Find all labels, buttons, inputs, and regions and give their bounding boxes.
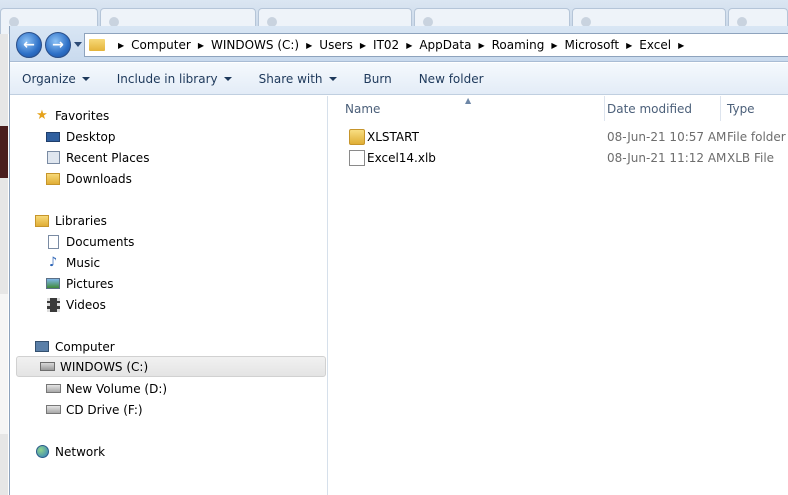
breadcrumb-roaming[interactable]: Roaming ▶ [492,38,565,52]
forward-button[interactable]: → [45,32,71,58]
nav-new-volume-d[interactable]: New Volume (D:) [45,378,167,399]
file-row[interactable]: Excel14.xlb 08-Jun-21 11:12 AM XLB File [329,148,788,169]
breadcrumb-appdata[interactable]: AppData ▶ [419,38,491,52]
dropdown-arrow-icon [223,76,232,81]
file-list-pane: ▲ Name Date modified Type XLSTART 08-Jun… [329,96,788,495]
nav-computer[interactable]: Computer [34,336,115,357]
dropdown-arrow-icon [81,76,90,81]
nav-libraries[interactable]: Libraries [34,210,107,231]
breadcrumb-it02[interactable]: IT02 ▶ [373,38,419,52]
downloads-folder-icon [45,171,61,187]
star-icon: ★ [36,108,48,123]
nav-documents[interactable]: Documents [45,231,134,252]
column-header-date-modified[interactable]: Date modified [605,96,721,121]
address-bar-row: ← → ▶ Computer ▶ WINDOWS (C:) ▶ Users ▶ IT0… [10,26,788,62]
computer-icon [34,339,50,355]
arrow-left-icon: ← [23,37,35,53]
nav-videos[interactable]: Videos [45,294,106,315]
chevron-right-icon[interactable]: ▶ [551,41,557,50]
nav-recent-places[interactable]: Recent Places [45,147,149,168]
explorer-window: ← → ▶ Computer ▶ WINDOWS (C:) ▶ Users ▶ IT0… [9,26,788,495]
background-window-edge [0,34,8,495]
libraries-icon [34,213,50,229]
chevron-right-icon[interactable]: ▶ [118,41,124,50]
breadcrumb-excel[interactable]: Excel ▶ [639,38,691,52]
share-with-button[interactable]: Share with [259,72,337,86]
recent-pages-dropdown[interactable] [74,42,82,47]
nav-cd-drive-f[interactable]: CD Drive (F:) [45,399,143,420]
music-note-icon: ♪ [48,255,58,270]
cd-drive-icon [45,402,61,418]
chevron-right-icon[interactable]: ▶ [406,41,412,50]
address-field[interactable]: ▶ Computer ▶ WINDOWS (C:) ▶ Users ▶ IT02 ▶ A… [84,33,788,57]
chevron-right-icon[interactable]: ▶ [360,41,366,50]
burn-button[interactable]: Burn [364,72,392,86]
breadcrumb-computer[interactable]: Computer ▶ [131,38,211,52]
film-strip-icon [45,297,61,313]
dropdown-arrow-icon [328,76,337,81]
desktop-icon [45,129,61,145]
recent-places-icon [45,150,61,166]
nav-desktop[interactable]: Desktop [45,126,116,147]
nav-network[interactable]: Network [34,441,105,462]
nav-windows-c[interactable]: WINDOWS (C:) [16,356,326,377]
organize-button[interactable]: Organize [22,72,90,86]
back-button[interactable]: ← [16,32,42,58]
breadcrumb-users[interactable]: Users ▶ [319,38,373,52]
documents-icon [45,234,61,250]
navigation-pane: ★ Favorites Desktop Recent Places Downloa… [10,96,328,495]
file-row[interactable]: XLSTART 08-Jun-21 10:57 AM File folder [329,127,788,148]
folder-icon [89,39,105,51]
chevron-right-icon[interactable]: ▶ [198,41,204,50]
nav-pictures[interactable]: Pictures [45,273,114,294]
nav-music[interactable]: ♪ Music [45,252,100,273]
chevron-right-icon[interactable]: ▶ [306,41,312,50]
hard-drive-icon [45,381,61,397]
chevron-right-icon[interactable]: ▶ [678,41,684,50]
windows-drive-icon [39,359,55,375]
include-in-library-button[interactable]: Include in library [117,72,232,86]
nav-downloads[interactable]: Downloads [45,168,132,189]
breadcrumb-windows-c[interactable]: WINDOWS (C:) ▶ [211,38,319,52]
folder-icon [349,129,365,145]
nav-favorites[interactable]: ★ Favorites [34,105,109,126]
pictures-icon [45,276,61,292]
file-icon [349,150,365,166]
column-header-name[interactable]: Name [329,96,605,121]
network-globe-icon [34,444,50,460]
new-folder-button[interactable]: New folder [419,72,484,86]
chevron-right-icon[interactable]: ▶ [626,41,632,50]
chevron-right-icon[interactable]: ▶ [478,41,484,50]
column-header-type[interactable]: Type [721,96,788,121]
command-bar: Organize Include in library Share with B… [10,63,788,95]
arrow-right-icon: → [52,37,64,53]
breadcrumb-microsoft[interactable]: Microsoft ▶ [565,38,640,52]
